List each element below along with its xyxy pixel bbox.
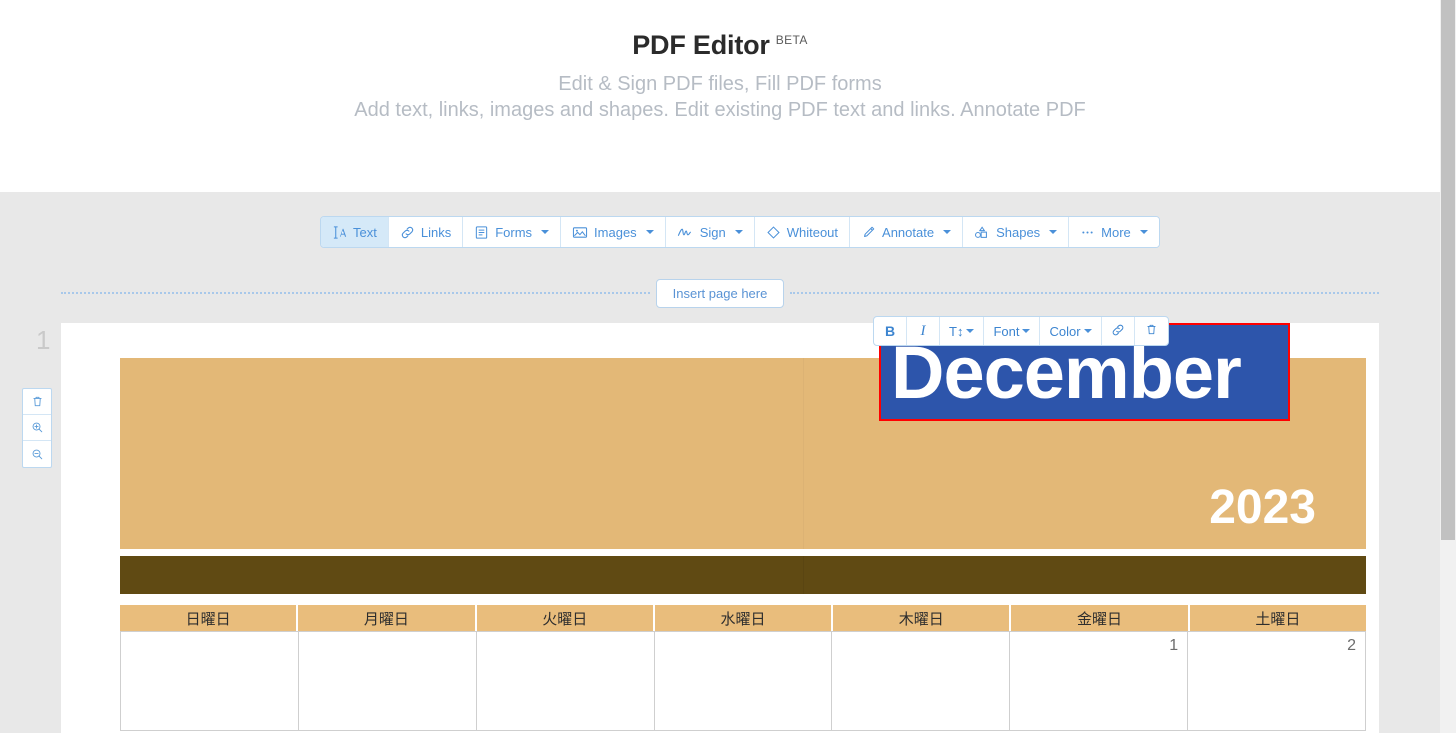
delete-text-button[interactable] [1135,317,1168,345]
chevron-down-icon [1139,230,1148,234]
page-title: PDF Editor BETA [632,30,808,61]
chevron-down-icon [1049,230,1058,234]
delete-page-button[interactable] [23,389,51,415]
calendar-day-cell[interactable] [121,632,299,731]
toolbar-item-forms[interactable]: Forms [463,217,562,247]
form-icon [474,225,489,240]
toolbar-item-annotate[interactable]: Annotate [850,217,964,247]
toolbar-item-text[interactable]: Text [321,217,389,247]
font-size-label: T↕ [949,323,964,339]
text-color-label: Color [1049,323,1081,339]
link-icon [400,225,415,240]
subtitle-line-1: Edit & Sign PDF files, Fill PDF forms [558,73,882,95]
toolbar-item-sign-label: Sign [699,224,726,240]
dashed-line-left [61,292,650,294]
vertical-scrollbar[interactable] [1440,0,1456,733]
weekday-cell: 水曜日 [655,605,834,631]
calendar-brown-band [120,556,1366,594]
chevron-down-icon [943,230,952,234]
toolbar-item-text-label: Text [353,224,377,240]
site-header: PDF Editor BETA Edit & Sign PDF files, Fi… [0,0,1440,192]
weekday-cell: 日曜日 [120,605,299,631]
signature-icon [677,225,694,240]
toolbar-item-shapes-label: Shapes [996,224,1041,240]
pdf-editor-app: PDF Editor BETA Edit & Sign PDF files, Fi… [0,0,1456,733]
page-title-text: PDF Editor [632,30,770,60]
pdf-page[interactable]: 2023 December 日曜日 月曜日 火曜日 水曜日 木曜日 金曜日 土曜… [61,323,1379,733]
font-family-label: Font [993,323,1020,339]
toolbar-item-annotate-label: Annotate [882,224,935,240]
toolbar-item-more[interactable]: More [1069,217,1159,247]
page-tools-panel [22,388,52,468]
ellipsis-icon [1080,225,1095,240]
weekday-cell: 月曜日 [298,605,477,631]
day-number: 1 [1169,637,1179,654]
page-number-label: 1 [36,325,51,355]
chevron-down-icon [966,329,975,333]
text-format-toolbar: B I T↕ Font Color [873,316,1169,346]
calendar-day-cell[interactable] [476,632,655,731]
zoom-out-button[interactable] [23,441,51,467]
subtitle-line-2: Add text, links, images and shapes. Edit… [354,99,1086,121]
calendar-band-divider [803,556,804,594]
weekday-cell: 木曜日 [833,605,1012,631]
calendar-day-cell[interactable]: 2 [1188,632,1367,731]
calendar-date-grid: 1 2 [120,631,1367,731]
calendar-day-cell[interactable] [298,632,477,731]
toolbar-item-shapes[interactable]: Shapes [963,217,1070,247]
toolbar-item-more-label: More [1101,224,1131,240]
zoom-in-button[interactable] [23,415,51,441]
toolbar-item-links-label: Links [420,224,452,240]
trash-icon [1145,323,1158,339]
weekday-cell: 土曜日 [1255,609,1301,628]
font-size-button[interactable]: T↕ [940,317,985,345]
weekday-cell: 火曜日 [477,605,655,631]
beta-badge: BETA [775,33,808,47]
chevron-down-icon [1022,329,1031,333]
calendar-header-divider [803,358,804,549]
link-icon [1111,323,1125,340]
main-toolbar: Text Links Forms Images Sign Whiteout An… [320,216,1160,248]
toolbar-item-sign[interactable]: Sign [665,217,755,247]
calendar-year[interactable]: 2023 [1209,480,1316,535]
toolbar-item-links[interactable]: Links [388,217,464,247]
chevron-down-icon [734,230,743,234]
eraser-icon [766,225,781,240]
shapes-icon [974,225,990,240]
calendar-day-cell[interactable]: 1 [1010,632,1189,731]
toolbar-item-whiteout-label: Whiteout [786,224,839,240]
day-number: 2 [1347,637,1357,654]
text-color-button[interactable]: Color [1040,317,1102,345]
image-icon [572,225,588,240]
font-family-button[interactable]: Font [984,317,1041,345]
insert-page-separator: Insert page here [61,278,1379,308]
text-cursor-icon [332,225,347,240]
highlighter-icon [861,225,876,240]
toolbar-item-forms-label: Forms [495,224,533,240]
scrollbar-thumb[interactable] [1441,0,1455,540]
dashed-line-right [790,292,1379,294]
toolbar-item-whiteout[interactable]: Whiteout [754,217,851,247]
italic-button[interactable]: I [907,317,940,345]
bold-button[interactable]: B [874,317,907,345]
insert-page-button[interactable]: Insert page here [655,278,785,308]
toolbar-item-images[interactable]: Images [561,217,666,247]
calendar-day-cell[interactable] [832,632,1011,731]
calendar-day-cell[interactable] [654,632,833,731]
calendar-weekday-row: 日曜日 月曜日 火曜日 水曜日 木曜日 金曜日 土曜日 [120,605,1366,631]
chevron-down-icon [1083,329,1092,333]
toolbar-item-images-label: Images [594,224,637,240]
chevron-down-icon [645,230,654,234]
add-link-button[interactable] [1102,317,1135,345]
chevron-down-icon [541,230,550,234]
weekday-cell: 金曜日 [1011,605,1190,631]
